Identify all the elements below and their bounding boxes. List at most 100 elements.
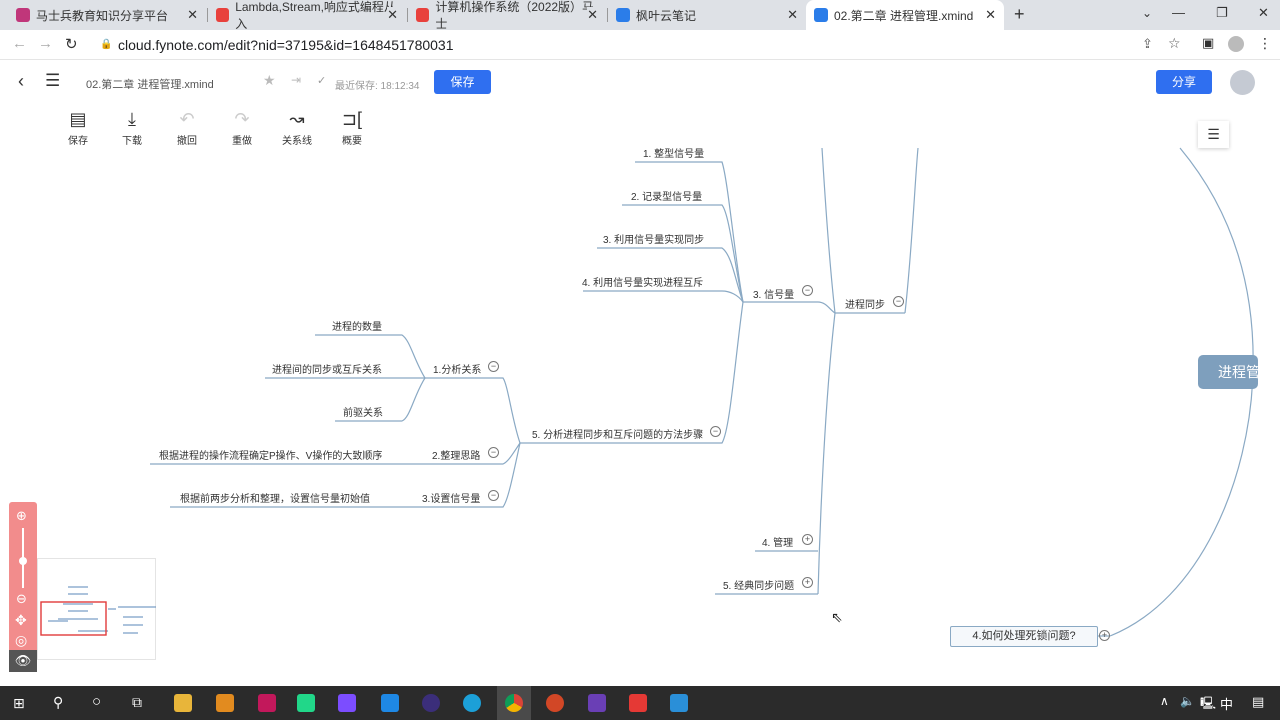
bookmark-star-icon[interactable]: ☆	[1168, 35, 1181, 52]
ime-indicator[interactable]: 中	[1220, 694, 1233, 713]
site-favicon-icon	[616, 8, 630, 22]
collapse-icon[interactable]: −	[488, 490, 499, 501]
collapse-icon[interactable]: −	[710, 426, 721, 437]
app-icon[interactable]	[588, 694, 606, 712]
expand-icon[interactable]: +	[802, 577, 813, 588]
browser-tab-active[interactable]: 02.第二章 进程管理.xmind ✕	[806, 0, 1004, 30]
minimap[interactable]	[37, 558, 156, 660]
collapse-icon[interactable]: −	[893, 296, 904, 307]
tab-title: 计算机操作系统（2022版）马士	[435, 0, 595, 30]
powerpoint-icon[interactable]	[546, 694, 564, 712]
reload-icon[interactable]: ↻	[65, 35, 78, 53]
mindmap-node[interactable]: 1.分析关系	[433, 361, 481, 376]
forward-icon[interactable]: →	[38, 35, 53, 52]
mindmap-node[interactable]: 进程间的同步或互斥关系	[272, 361, 382, 376]
menu-icon[interactable]: ☰	[45, 71, 60, 91]
close-tab-icon[interactable]: ✕	[387, 7, 398, 23]
notification-icon[interactable]: ▤	[1252, 694, 1264, 710]
intellij-icon[interactable]	[258, 694, 276, 712]
profile-avatar[interactable]	[1228, 36, 1244, 52]
relation-line-button[interactable]: ↝ 关系线	[277, 108, 317, 147]
close-window-button[interactable]: ✕	[1258, 5, 1269, 21]
summary-icon: ⊐[	[341, 109, 363, 129]
pycharm-icon[interactable]	[297, 694, 315, 712]
mindmap-node[interactable]: 根据进程的操作流程确定P操作、V操作的大致顺序	[159, 447, 382, 462]
expand-icon[interactable]: +	[802, 534, 813, 545]
goland-icon[interactable]	[338, 694, 356, 712]
menu-icon[interactable]: ⋮	[1258, 35, 1272, 52]
browser-tab[interactable]: Lambda,Stream,响应式编程从入 ✕	[208, 0, 406, 30]
url-input[interactable]: 🔒 cloud.fynote.com/edit?nid=37195&id=1648…	[90, 33, 1130, 57]
collapse-icon[interactable]: −	[488, 361, 499, 372]
save-button[interactable]: ▤ 保存	[58, 108, 98, 147]
xmind-icon[interactable]	[629, 694, 647, 712]
zoom-in-icon[interactable]: ⊕	[16, 508, 27, 524]
tab-search-icon[interactable]: ⌄	[1142, 6, 1152, 20]
redo-button[interactable]: ↷ 重做	[222, 108, 262, 147]
browser-tab[interactable]: 马士兵教育知识分享平台 ✕	[8, 0, 206, 30]
sidepanel-icon[interactable]: ▣	[1202, 35, 1214, 51]
mindmap-node[interactable]: 3.设置信号量	[422, 490, 480, 505]
tray-chevron-icon[interactable]: ∧	[1160, 694, 1169, 708]
edge-icon[interactable]	[463, 694, 481, 712]
mindmap-node[interactable]: 3. 利用信号量实现同步	[603, 231, 704, 246]
mindmap-node-deadlock[interactable]: 4.如何处理死锁问题?	[950, 626, 1098, 647]
mindmap-node[interactable]: 4. 管理	[762, 534, 793, 549]
mindmap-node[interactable]: 2. 记录型信号量	[631, 188, 702, 203]
share-page-icon[interactable]: ⇪	[1142, 36, 1153, 52]
mindmap-node[interactable]: 进程的数量	[332, 318, 382, 333]
mindmap-node[interactable]: 2.整理思路	[432, 447, 480, 462]
file-explorer-icon[interactable]	[174, 694, 192, 712]
app-icon[interactable]	[216, 694, 234, 712]
undo-icon: ↶	[179, 109, 195, 129]
eclipse-icon[interactable]	[422, 694, 440, 712]
move-canvas-icon[interactable]: ✥	[15, 612, 27, 629]
browser-tab[interactable]: 枫叶云笔记 ✕	[608, 0, 806, 30]
mindmap-central-topic[interactable]: 进程管	[1198, 355, 1258, 389]
search-icon[interactable]: ⚲	[53, 694, 63, 711]
mindmap-node-sync[interactable]: 进程同步	[845, 296, 885, 311]
chrome-icon[interactable]	[505, 694, 523, 712]
star-icon[interactable]: ★	[263, 72, 276, 89]
mindmap-node[interactable]: 4. 利用信号量实现进程互斥	[582, 274, 703, 289]
collapse-icon[interactable]: −	[802, 285, 813, 296]
close-tab-icon[interactable]: ✕	[985, 7, 996, 23]
task-view-icon[interactable]: ⧉	[132, 694, 142, 711]
expand-icon[interactable]: +	[1099, 630, 1110, 641]
zoom-out-icon[interactable]: ⊖	[16, 591, 27, 607]
tab-title: 02.第二章 进程管理.xmind	[834, 8, 974, 23]
network-icon[interactable]: 🖳	[1200, 694, 1216, 715]
move-icon[interactable]: ⇥	[291, 73, 301, 87]
vscode-icon[interactable]	[381, 694, 399, 712]
download-button[interactable]: ⤓ 下载	[112, 108, 152, 147]
windows-start-icon[interactable]: ⊞	[13, 695, 25, 712]
close-tab-icon[interactable]: ✕	[187, 7, 198, 23]
mindmap-node[interactable]: 前驱关系	[343, 404, 383, 419]
mindmap-node-semaphore[interactable]: 3. 信号量	[753, 286, 794, 301]
mindmap-node[interactable]: 5. 经典同步问题	[723, 577, 794, 592]
share-button[interactable]: 分享	[1156, 70, 1212, 94]
back-icon[interactable]: ‹	[18, 71, 24, 92]
save-button[interactable]: 保存	[434, 70, 491, 94]
eye-icon[interactable]: 👁	[9, 650, 37, 672]
undo-button[interactable]: ↶ 撤回	[167, 108, 207, 147]
mindmap-node[interactable]: 根据前两步分析和整理，设置信号量初始值	[180, 490, 370, 505]
minimize-button[interactable]: —	[1172, 5, 1185, 20]
close-tab-icon[interactable]: ✕	[587, 7, 598, 23]
volume-icon[interactable]: 🔈	[1180, 694, 1195, 708]
locate-icon[interactable]: ◎	[15, 632, 27, 649]
summary-button[interactable]: ⊐[概要	[332, 108, 372, 147]
collapse-icon[interactable]: −	[488, 447, 499, 458]
user-avatar[interactable]	[1230, 70, 1255, 95]
photos-icon[interactable]	[670, 694, 688, 712]
outline-toggle-icon[interactable]: ☰	[1198, 121, 1229, 148]
browser-tab[interactable]: 计算机操作系统（2022版）马士 ✕	[408, 0, 606, 30]
back-icon[interactable]: ←	[12, 35, 27, 52]
zoom-slider-handle[interactable]	[19, 557, 27, 565]
close-tab-icon[interactable]: ✕	[787, 7, 798, 23]
mindmap-node[interactable]: 1. 整型信号量	[643, 145, 704, 160]
cortana-icon[interactable]: ○	[92, 693, 101, 710]
mindmap-node-steps[interactable]: 5. 分析进程同步和互斥问题的方法步骤	[532, 426, 703, 441]
maximize-button[interactable]: ❐	[1216, 5, 1228, 21]
new-tab-button[interactable]: +	[1014, 4, 1025, 25]
